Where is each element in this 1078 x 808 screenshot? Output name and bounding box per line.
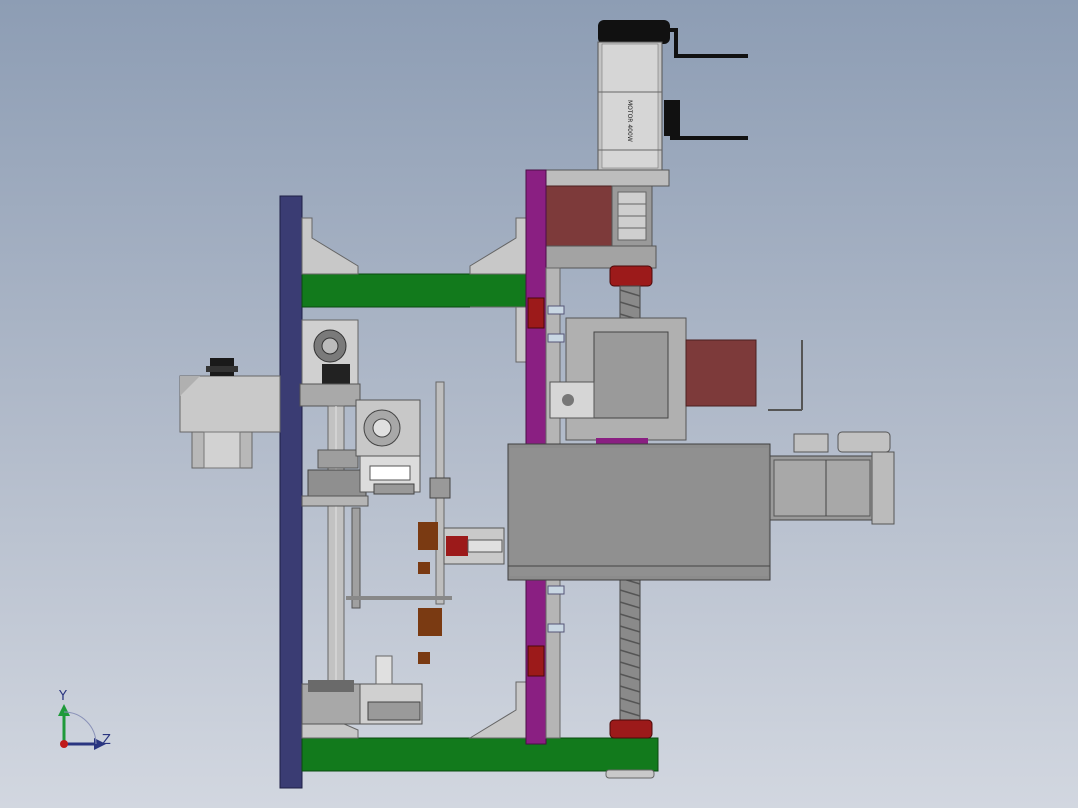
vertical-servo-motor[interactable]: MOTOR 400W (544, 20, 748, 187)
z-axis-label: Z (102, 733, 111, 748)
axis-triad: Y Z (58, 689, 111, 750)
y-axis-label: Y (58, 689, 67, 704)
horizontal-servo-motor[interactable] (769, 431, 895, 525)
motor-label: MOTOR 400W (626, 100, 633, 142)
carriage-block (549, 317, 803, 452)
lower-green-beam (301, 737, 659, 772)
motor-mount (544, 185, 657, 269)
assembly-drawing: MOTOR 400W Y Z (58, 20, 895, 789)
main-slide-block (507, 443, 771, 581)
side-gear-motor[interactable] (179, 358, 281, 469)
internal-mechanism (299, 319, 505, 725)
cad-viewport[interactable]: MOTOR 400W Y Z (0, 0, 1078, 808)
upper-green-beam (301, 273, 527, 308)
base-plate (279, 195, 303, 789)
